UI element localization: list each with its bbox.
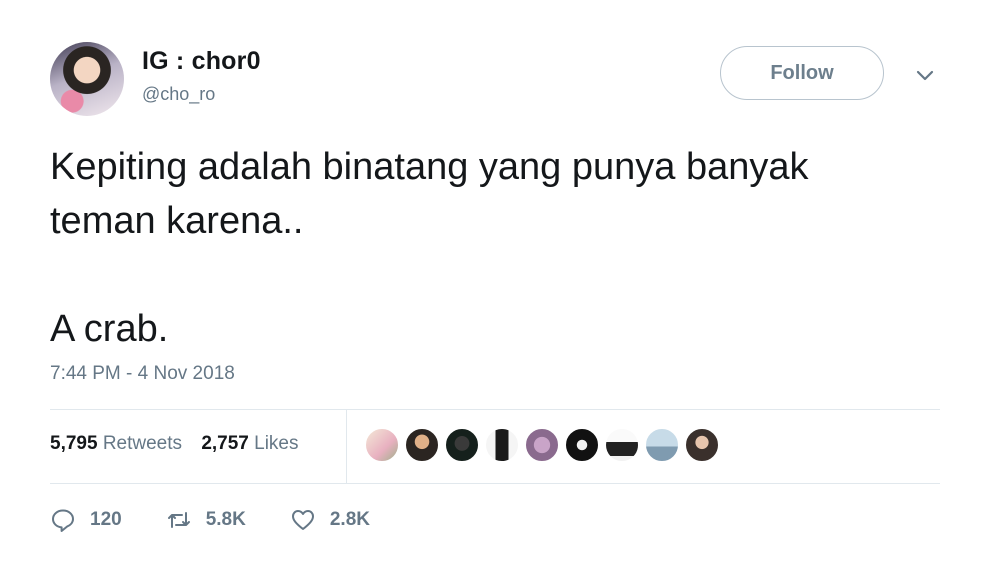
retweet-count: 5.8K xyxy=(205,509,246,530)
like-count: 2.8K xyxy=(329,509,370,530)
engagement-stats: 5,795 Retweets 2,757 Likes xyxy=(50,433,313,455)
liker-avatar[interactable] xyxy=(484,427,520,463)
tweet-actions: 120 5.8K 2.8K xyxy=(50,507,414,533)
retweets-count: 5,795 xyxy=(50,433,98,454)
liker-avatar[interactable] xyxy=(564,427,600,463)
liker-avatars xyxy=(364,427,720,463)
liker-avatar[interactable] xyxy=(604,427,640,463)
author-handle[interactable]: @cho_ro xyxy=(142,84,215,105)
reply-icon xyxy=(52,509,74,532)
divider xyxy=(346,410,347,483)
divider xyxy=(50,409,940,410)
follow-button[interactable]: Follow xyxy=(720,46,884,100)
author-avatar[interactable] xyxy=(50,42,124,116)
liker-avatar[interactable] xyxy=(364,427,400,463)
retweets-stat[interactable]: 5,795 Retweets xyxy=(50,433,182,454)
liker-avatar[interactable] xyxy=(404,427,440,463)
likes-count: 2,757 xyxy=(201,433,249,454)
retweet-button[interactable]: 5.8K xyxy=(166,507,246,533)
liker-avatar[interactable] xyxy=(524,427,560,463)
heart-icon xyxy=(291,510,314,530)
tweet-line: A crab. xyxy=(50,308,169,350)
liker-avatar[interactable] xyxy=(644,427,680,463)
tweet-line: Kepiting adalah binatang yang punya bany… xyxy=(50,146,809,188)
liker-avatar[interactable] xyxy=(684,427,720,463)
retweets-label: Retweets xyxy=(102,433,183,454)
retweet-icon xyxy=(167,512,190,528)
divider xyxy=(50,483,940,484)
likes-label: Likes xyxy=(254,433,299,454)
tweet-timestamp[interactable]: 7:44 PM - 4 Nov 2018 xyxy=(50,363,235,385)
chevron-down-icon[interactable] xyxy=(914,64,936,86)
reply-count: 120 xyxy=(90,509,122,530)
author-display-name[interactable]: IG : chor0 xyxy=(142,47,261,76)
tweet-text: Kepiting adalah binatang yang punya bany… xyxy=(50,140,950,356)
reply-button[interactable]: 120 xyxy=(50,507,122,533)
like-button[interactable]: 2.8K xyxy=(290,507,370,533)
likes-stat[interactable]: 2,757 Likes xyxy=(201,433,298,454)
liker-avatar[interactable] xyxy=(444,427,480,463)
tweet-line: teman karena.. xyxy=(50,200,304,242)
